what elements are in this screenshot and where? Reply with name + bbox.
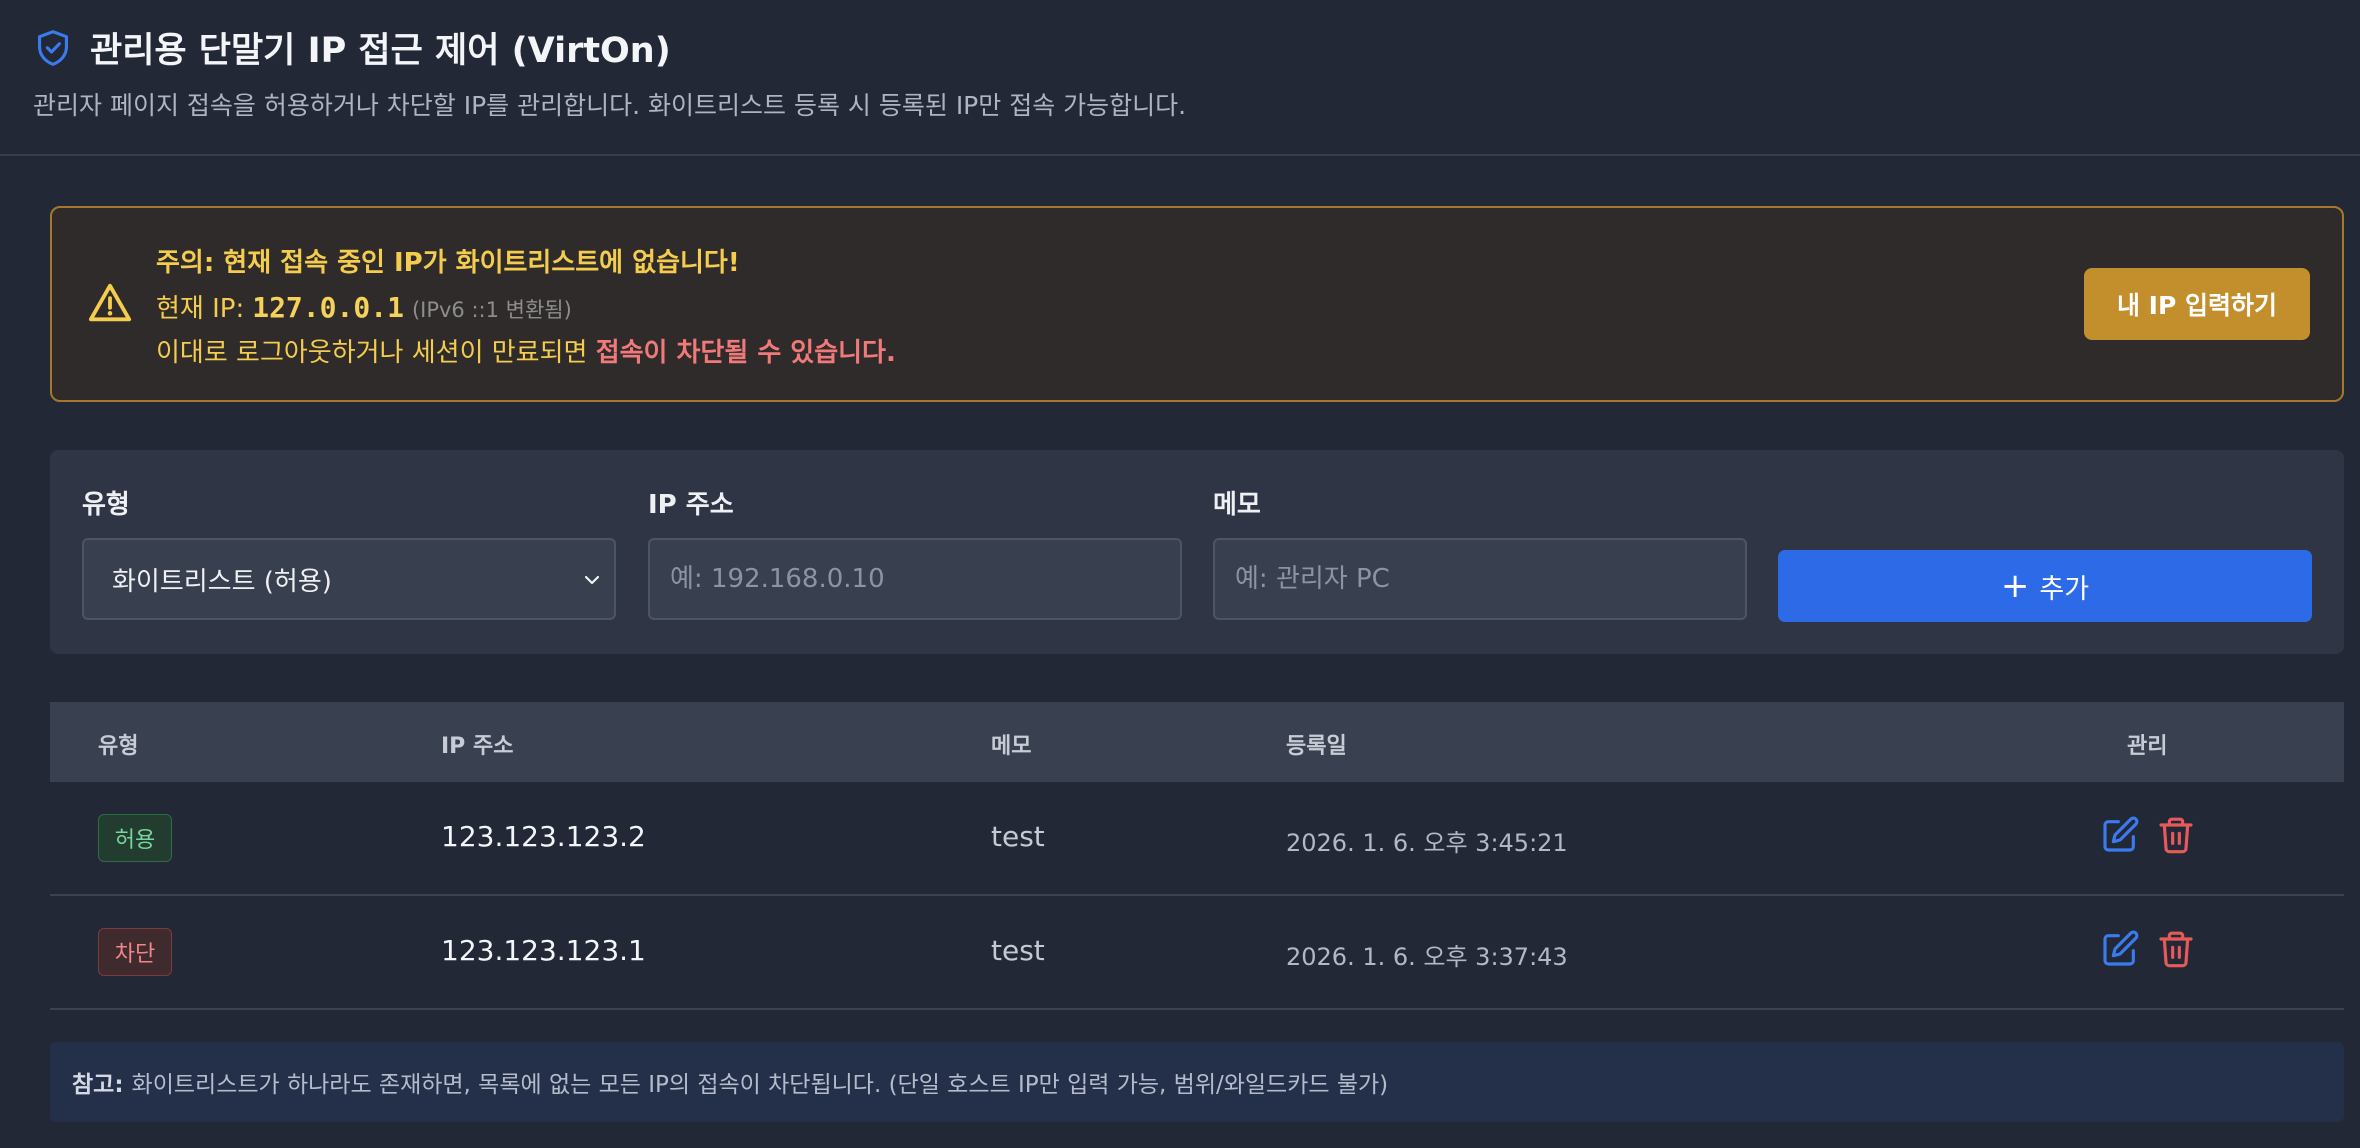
column-header-memo: 메모 [991,734,1032,759]
info-note: 참고: 화이트리스트가 하나라도 존재하면, 목록에 없는 모든 IP의 접속이… [50,1042,2344,1122]
type-select[interactable]: 화이트리스트 (허용) [82,538,616,620]
title-row: 관리용 단말기 IP 접근 제어 (VirtOn) [36,22,671,73]
delete-button[interactable] [2156,815,2196,855]
note-text: 화이트리스트가 하나라도 존재하면, 목록에 없는 모든 IP의 접속이 차단됩… [131,1072,1389,1098]
column-header-type: 유형 [98,734,139,759]
ip-label: IP 주소 [648,490,734,520]
insert-my-ip-button[interactable]: 내 IP 입력하기 [2084,268,2310,340]
alert-current-ip: 현재 IP: 127.0.0.1 (IPv6 ::1 변환됨) [156,288,572,325]
column-header-date: 등록일 [1286,734,1347,759]
page-subtitle: 관리자 페이지 접속을 허용하거나 차단할 IP를 관리합니다. 화이트리스트 … [33,91,1187,120]
status-badge-allow: 허용 [98,814,172,862]
alert-message: 이대로 로그아웃하거나 세션이 만료되면 접속이 차단될 수 있습니다. [156,332,896,369]
row-ip: 123.123.123.1 [441,934,646,967]
plus-icon: + [2000,566,2030,606]
row-memo: test [991,820,1045,853]
table-header [50,702,2344,782]
edit-icon [2103,816,2139,852]
ipv6-note: (IPv6 ::1 변환됨) [411,298,572,322]
current-ip-value: 127.0.0.1 [252,291,404,324]
note-label: 참고: [72,1072,124,1098]
current-ip-label: 현재 IP: [156,294,245,324]
edit-button[interactable] [2100,815,2140,855]
chevron-down-icon [584,575,600,585]
alert-message-strong: 접속이 차단될 수 있습니다. [595,338,896,368]
shield-check-icon [37,29,69,66]
alert-message-prefix: 이대로 로그아웃하거나 세션이 만료되면 [156,338,588,368]
memo-label: 메모 [1213,490,1261,520]
row-date: 2026. 1. 6. 오후 3:45:21 [1286,829,1568,857]
warning-triangle-icon [88,283,132,322]
add-button[interactable]: + 추가 [1778,550,2312,622]
page-title: 관리용 단말기 IP 접근 제어 (VirtOn) [90,31,671,71]
trash-icon [2159,931,2193,968]
column-header-actions: 관리 [2127,734,2168,759]
delete-button[interactable] [2156,929,2196,969]
add-button-label: 추가 [2039,573,2090,605]
edit-button[interactable] [2100,929,2140,969]
type-label: 유형 [82,490,130,520]
edit-icon [2103,930,2139,966]
ip-input[interactable] [648,538,1182,620]
warning-alert: 주의: 현재 접속 중인 IP가 화이트리스트에 없습니다! 현재 IP: 12… [50,206,2344,402]
row-divider [50,1008,2344,1010]
alert-title: 주의: 현재 접속 중인 IP가 화이트리스트에 없습니다! [156,248,740,278]
page-header: 관리용 단말기 IP 접근 제어 (VirtOn) 관리자 페이지 접속을 허용… [0,0,2360,156]
trash-icon [2159,817,2193,854]
ip-access-control-page: 관리용 단말기 IP 접근 제어 (VirtOn) 관리자 페이지 접속을 허용… [0,0,2360,1148]
type-select-value: 화이트리스트 (허용) [112,566,332,597]
memo-input[interactable] [1213,538,1747,620]
status-badge-block: 차단 [98,928,172,976]
row-ip: 123.123.123.2 [441,820,646,853]
column-header-ip: IP 주소 [441,734,514,759]
row-date: 2026. 1. 6. 오후 3:37:43 [1286,943,1568,971]
row-divider [50,894,2344,896]
row-memo: test [991,934,1045,967]
